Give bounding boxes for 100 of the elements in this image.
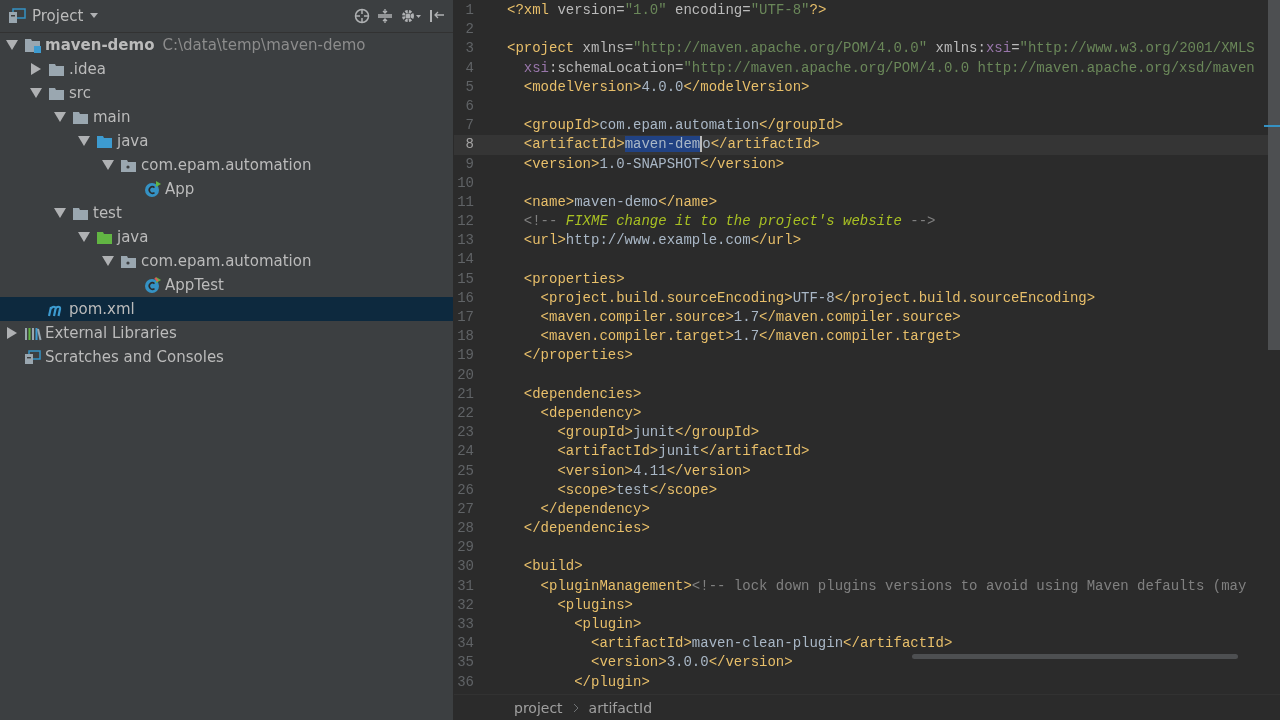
class-icon xyxy=(144,180,162,198)
code-line: <build> xyxy=(522,557,583,577)
line-number: 35 xyxy=(456,653,474,673)
tree-item[interactable]: Scratches and Consoles xyxy=(0,345,453,369)
tree-item[interactable]: com.epam.automation xyxy=(0,249,453,273)
line-number: 5 xyxy=(464,77,474,97)
code-line: <project xmlns="http://maven.apache.org/POM/4.0.0" xmlns:xsi="http://www.w3.org/2001/XMLS xyxy=(507,39,1255,59)
code-line: <version>4.11</version> xyxy=(556,461,751,481)
tree-item[interactable]: java xyxy=(0,225,453,249)
line-number: 1 xyxy=(464,1,474,20)
code-line: </dependency> xyxy=(539,499,650,519)
scrollbar-thumb[interactable] xyxy=(1268,0,1280,350)
line-number: 33 xyxy=(456,615,474,634)
expanded-arrow-icon[interactable] xyxy=(6,39,18,51)
tree-item-label: com.epam.automation xyxy=(141,156,312,174)
tree-item-label: App xyxy=(165,180,195,198)
tree-item-label: main xyxy=(93,108,131,126)
code-line: <groupId>com.epam.automation</groupId> xyxy=(522,116,844,136)
tree-item[interactable]: External Libraries xyxy=(0,321,453,345)
code-line: <maven.compiler.source>1.7</maven.compiler.source> xyxy=(539,308,961,327)
scrollbar-thumb[interactable] xyxy=(912,654,1238,659)
collapsed-arrow-icon[interactable] xyxy=(6,327,18,339)
code-line: <plugins> xyxy=(556,595,634,615)
code-line: </dependencies> xyxy=(522,519,650,539)
settings-icon[interactable] xyxy=(400,8,422,24)
class-icon xyxy=(144,276,162,294)
breadcrumb[interactable]: artifactId xyxy=(588,699,653,716)
line-number: 17 xyxy=(456,308,474,327)
tree-item-label: External Libraries xyxy=(45,324,177,342)
tree-item[interactable]: java xyxy=(0,129,453,153)
expanded-arrow-icon[interactable] xyxy=(30,87,42,99)
line-number: 19 xyxy=(456,346,474,366)
module-folder-icon xyxy=(24,36,42,54)
code-line: <url>http://www.example.com</url> xyxy=(522,231,802,251)
line-number: 29 xyxy=(456,538,474,558)
tree-item-label: src xyxy=(69,84,91,102)
code-line: <maven.compiler.target>1.7</maven.compiler.target> xyxy=(539,327,961,347)
line-number: 11 xyxy=(456,192,474,212)
hide-panel-icon[interactable] xyxy=(429,8,445,24)
tree-item-label: test xyxy=(93,204,122,222)
code-line: <artifactId>junit</artifactId> xyxy=(556,442,810,462)
code-line: <?xml version="1.0" encoding="UTF-8"?> xyxy=(507,1,827,20)
code-line: <modelVersion>4.0.0</modelVersion> xyxy=(522,77,810,97)
panel-title: Project xyxy=(32,7,84,25)
breadcrumb[interactable]: project xyxy=(514,699,563,716)
chevron-icon xyxy=(572,702,579,713)
tree-item[interactable]: src xyxy=(0,81,453,105)
tree-item[interactable]: AppTest xyxy=(0,273,453,297)
tree-item[interactable]: .idea xyxy=(0,57,453,81)
line-number: 12 xyxy=(456,212,474,232)
collapsed-arrow-icon[interactable] xyxy=(30,63,42,75)
code-line: </plugin> xyxy=(573,672,650,692)
code-line: xsi:schemaLocation="http://maven.apache.org/POM/4.0.0 http://maven.apache.org/xsd/maven xyxy=(522,58,1255,78)
code-line: <name>maven-demo</name> xyxy=(522,192,718,212)
tree-item[interactable]: maven-demo C:\data\temp\maven-demo xyxy=(0,33,453,57)
tree-item[interactable]: com.epam.automation xyxy=(0,153,453,177)
tree-item[interactable]: App xyxy=(0,177,453,201)
line-number: 14 xyxy=(456,250,474,270)
tree-item-label: Scratches and Consoles xyxy=(45,348,224,366)
tree-item[interactable]: test xyxy=(0,201,453,225)
line-number: 13 xyxy=(456,231,474,251)
project-path: C:\data\temp\maven-demo xyxy=(162,36,366,54)
code-line: <groupId>junit</groupId> xyxy=(556,423,760,443)
expanded-arrow-icon[interactable] xyxy=(102,159,114,171)
tree-item-label: .idea xyxy=(69,60,106,78)
line-number: 10 xyxy=(456,173,474,193)
collapse-all-icon[interactable] xyxy=(377,8,393,24)
line-number: 16 xyxy=(456,288,474,308)
line-number: 28 xyxy=(456,519,474,539)
tree-item-label: java xyxy=(117,132,149,150)
line-number: 3 xyxy=(464,39,474,59)
line-number: 15 xyxy=(456,269,474,289)
code-line: <plugin> xyxy=(573,615,642,634)
tree-item[interactable]: main xyxy=(0,105,453,129)
crosshair-icon[interactable] xyxy=(354,8,370,24)
line-number: 8 xyxy=(464,135,474,155)
line-number: 32 xyxy=(456,595,474,615)
expanded-arrow-icon[interactable] xyxy=(78,135,90,147)
tree-item[interactable]: pom.xml xyxy=(0,297,453,321)
line-number: 18 xyxy=(456,327,474,347)
line-number: 20 xyxy=(456,365,474,385)
code-line: <dependencies> xyxy=(522,384,642,404)
expanded-arrow-icon[interactable] xyxy=(78,231,90,243)
line-number: 23 xyxy=(456,423,474,443)
line-number: 25 xyxy=(456,461,474,481)
tree-item-label: java xyxy=(117,228,149,246)
expanded-arrow-icon[interactable] xyxy=(102,255,114,267)
line-number: 2 xyxy=(464,20,474,40)
code-line: <dependency> xyxy=(539,403,642,423)
line-number: 4 xyxy=(464,58,474,78)
code-line: <pluginManagement><!-- lock down plugins versions to avoid using Maven defaults (may xyxy=(539,576,1247,596)
expanded-arrow-icon[interactable] xyxy=(54,111,66,123)
expanded-arrow-icon[interactable] xyxy=(54,207,66,219)
line-number: 9 xyxy=(464,154,474,174)
error-stripe-mark xyxy=(1264,125,1280,127)
project-view-dropdown[interactable]: Project xyxy=(6,5,102,27)
code-line: <artifactId>maven-clean-plugin</artifactId> xyxy=(590,634,953,654)
line-number: 6 xyxy=(464,96,474,116)
project-icon xyxy=(8,8,26,24)
line-number: 34 xyxy=(456,634,474,654)
